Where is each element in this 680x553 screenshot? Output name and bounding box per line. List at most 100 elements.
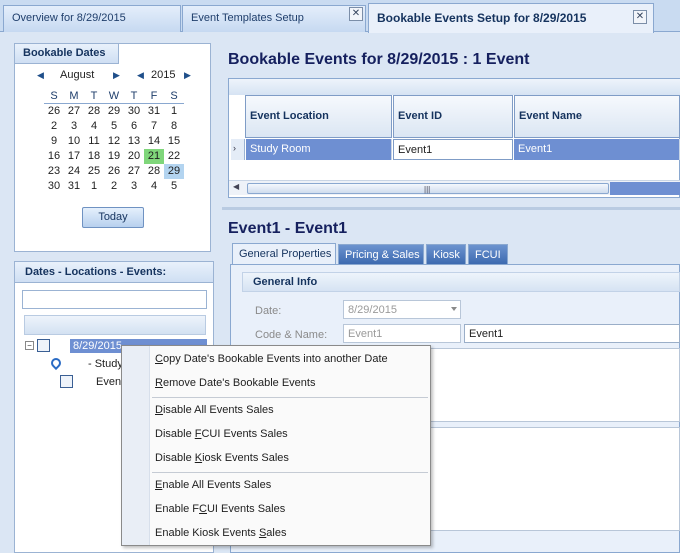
calendar-day[interactable]: 27 [64, 104, 84, 119]
weekday-label: F [144, 89, 164, 104]
date-field-value: 8/29/2015 [348, 304, 397, 316]
calendar-day[interactable]: 10 [64, 134, 84, 149]
dropdown-arrow-icon[interactable] [451, 307, 457, 311]
cell-event-id[interactable]: Event1 [393, 139, 513, 160]
calendar-day[interactable]: 26 [44, 104, 64, 119]
calendar-day[interactable]: 31 [64, 179, 84, 194]
cell-event-name[interactable]: Event1 [514, 139, 680, 160]
grid-title: Bookable Events for 8/29/2015 : 1 Event [228, 51, 530, 68]
calendar-day[interactable]: 4 [84, 119, 104, 134]
tab-bookable-events-setup[interactable]: Bookable Events Setup for 8/29/2015 [368, 3, 654, 33]
calendar-day[interactable]: 9 [44, 134, 64, 149]
row-indicator-icon: › [231, 139, 245, 160]
context-menu-item[interactable]: Enable FCUI Events Sales [155, 503, 285, 515]
calendar-day[interactable]: 7 [144, 119, 164, 134]
context-menu-item[interactable]: Copy Date's Bookable Events into another… [155, 353, 388, 365]
calendar-week-row: 23 24 25 26 27 28 29 [44, 164, 184, 179]
calendar-day[interactable]: 18 [84, 149, 104, 164]
tab-overview[interactable]: Overview for 8/29/2015 [3, 5, 181, 32]
calendar-day[interactable]: 16 [44, 149, 64, 164]
calendar-day[interactable]: 11 [84, 134, 104, 149]
calendar-day[interactable]: 23 [44, 164, 64, 179]
month-label[interactable]: August [60, 69, 94, 81]
menu-item-mnemonic: K [194, 452, 203, 464]
tab-general-properties[interactable]: General Properties [232, 243, 336, 265]
event-icon [60, 375, 73, 388]
menu-item-text: isable All Events Sales [162, 404, 274, 416]
calendar-day[interactable]: 13 [124, 134, 144, 149]
year-label[interactable]: 2015 [151, 69, 175, 81]
scroll-left-icon[interactable]: ◀ [233, 182, 239, 191]
menu-item-text: UI Events Sales [206, 503, 286, 515]
date-field[interactable]: 8/29/2015 [343, 300, 461, 319]
column-header-event-location[interactable]: Event Location [245, 95, 392, 138]
calendar-day[interactable]: 30 [124, 104, 144, 119]
calendar-day[interactable]: 21 [144, 149, 164, 164]
calendar-day[interactable]: 8 [164, 119, 184, 134]
calendar-day[interactable]: 1 [164, 104, 184, 119]
cell-event-location[interactable]: Study Room [246, 139, 392, 160]
calendar-day[interactable]: 30 [44, 179, 64, 194]
panel-splitter[interactable] [222, 207, 680, 210]
tab-fcui[interactable]: FCUI [468, 244, 508, 264]
tab-kiosk[interactable]: Kiosk [426, 244, 466, 264]
name-field[interactable]: Event1 [464, 324, 680, 343]
calendar-day[interactable]: 20 [124, 149, 144, 164]
calendar-day[interactable]: 26 [104, 164, 124, 179]
prev-month-icon[interactable]: ◀ [37, 70, 44, 81]
tree-panel-title: Dates - Locations - Events: [14, 261, 214, 283]
code-name-label: Code & Name: [255, 329, 328, 341]
context-menu-item[interactable]: Disable Kiosk Events Sales [155, 452, 289, 464]
collapse-icon[interactable]: − [25, 341, 34, 350]
scroll-area-highlight [610, 182, 680, 195]
calendar-day[interactable]: 2 [44, 119, 64, 134]
prev-year-icon[interactable]: ◀ [137, 70, 144, 81]
calendar-day[interactable]: 27 [124, 164, 144, 179]
context-menu-item[interactable]: Disable FCUI Events Sales [155, 428, 288, 440]
calendar-day[interactable]: 17 [64, 149, 84, 164]
tab-event-templates[interactable]: Event Templates Setup [182, 5, 366, 32]
calendar-day[interactable]: 12 [104, 134, 124, 149]
calendar-day[interactable]: 22 [164, 149, 184, 164]
grid-group-bar [229, 79, 680, 95]
context-menu-item[interactable]: Enable Kiosk Events Sales [155, 527, 286, 539]
context-menu-item[interactable]: Enable All Events Sales [155, 479, 271, 491]
context-menu-item[interactable]: Remove Date's Bookable Events [155, 377, 315, 389]
calendar-day[interactable]: 4 [144, 179, 164, 194]
menu-item-text: Disable [155, 428, 195, 440]
calendar-day[interactable]: 24 [64, 164, 84, 179]
calendar-day[interactable]: 29 [164, 164, 184, 179]
tab-pricing-sales[interactable]: Pricing & Sales [338, 244, 424, 264]
calendar-day[interactable]: 1 [84, 179, 104, 194]
column-header-event-id[interactable]: Event ID [393, 95, 513, 138]
calendar-day[interactable]: 14 [144, 134, 164, 149]
calendar-day[interactable]: 5 [164, 179, 184, 194]
calendar-day[interactable]: 28 [144, 164, 164, 179]
tree-filter-input[interactable] [22, 290, 207, 309]
calendar-day[interactable]: 2 [104, 179, 124, 194]
scrollbar-thumb[interactable]: ||| [247, 183, 609, 194]
calendar-day[interactable]: 3 [64, 119, 84, 134]
context-menu-gutter [122, 346, 150, 545]
tab-event-templates-close-icon[interactable]: ✕ [349, 7, 363, 21]
tree-node-location[interactable]: - Study [88, 358, 123, 370]
next-year-icon[interactable]: ▶ [184, 70, 191, 81]
calendar-day[interactable]: 6 [124, 119, 144, 134]
today-button[interactable]: Today [82, 207, 144, 228]
document-tab-strip: Overview for 8/29/2015 Event Templates S… [0, 0, 680, 33]
calendar-day[interactable]: 3 [124, 179, 144, 194]
tree-node-event[interactable]: Even [96, 376, 121, 388]
calendar-day[interactable]: 31 [144, 104, 164, 119]
calendar-day[interactable]: 19 [104, 149, 124, 164]
column-header-event-name[interactable]: Event Name [514, 95, 680, 138]
calendar-day[interactable]: 25 [84, 164, 104, 179]
next-month-icon[interactable]: ▶ [113, 70, 120, 81]
date-label: Date: [255, 305, 282, 317]
calendar-day[interactable]: 5 [104, 119, 124, 134]
tab-bookable-events-close-icon[interactable]: ✕ [633, 10, 647, 24]
code-field[interactable]: Event1 [343, 324, 461, 343]
context-menu-item[interactable]: Disable All Events Sales [155, 404, 274, 416]
calendar-day[interactable]: 15 [164, 134, 184, 149]
calendar-day[interactable]: 29 [104, 104, 124, 119]
calendar-day[interactable]: 28 [84, 104, 104, 119]
